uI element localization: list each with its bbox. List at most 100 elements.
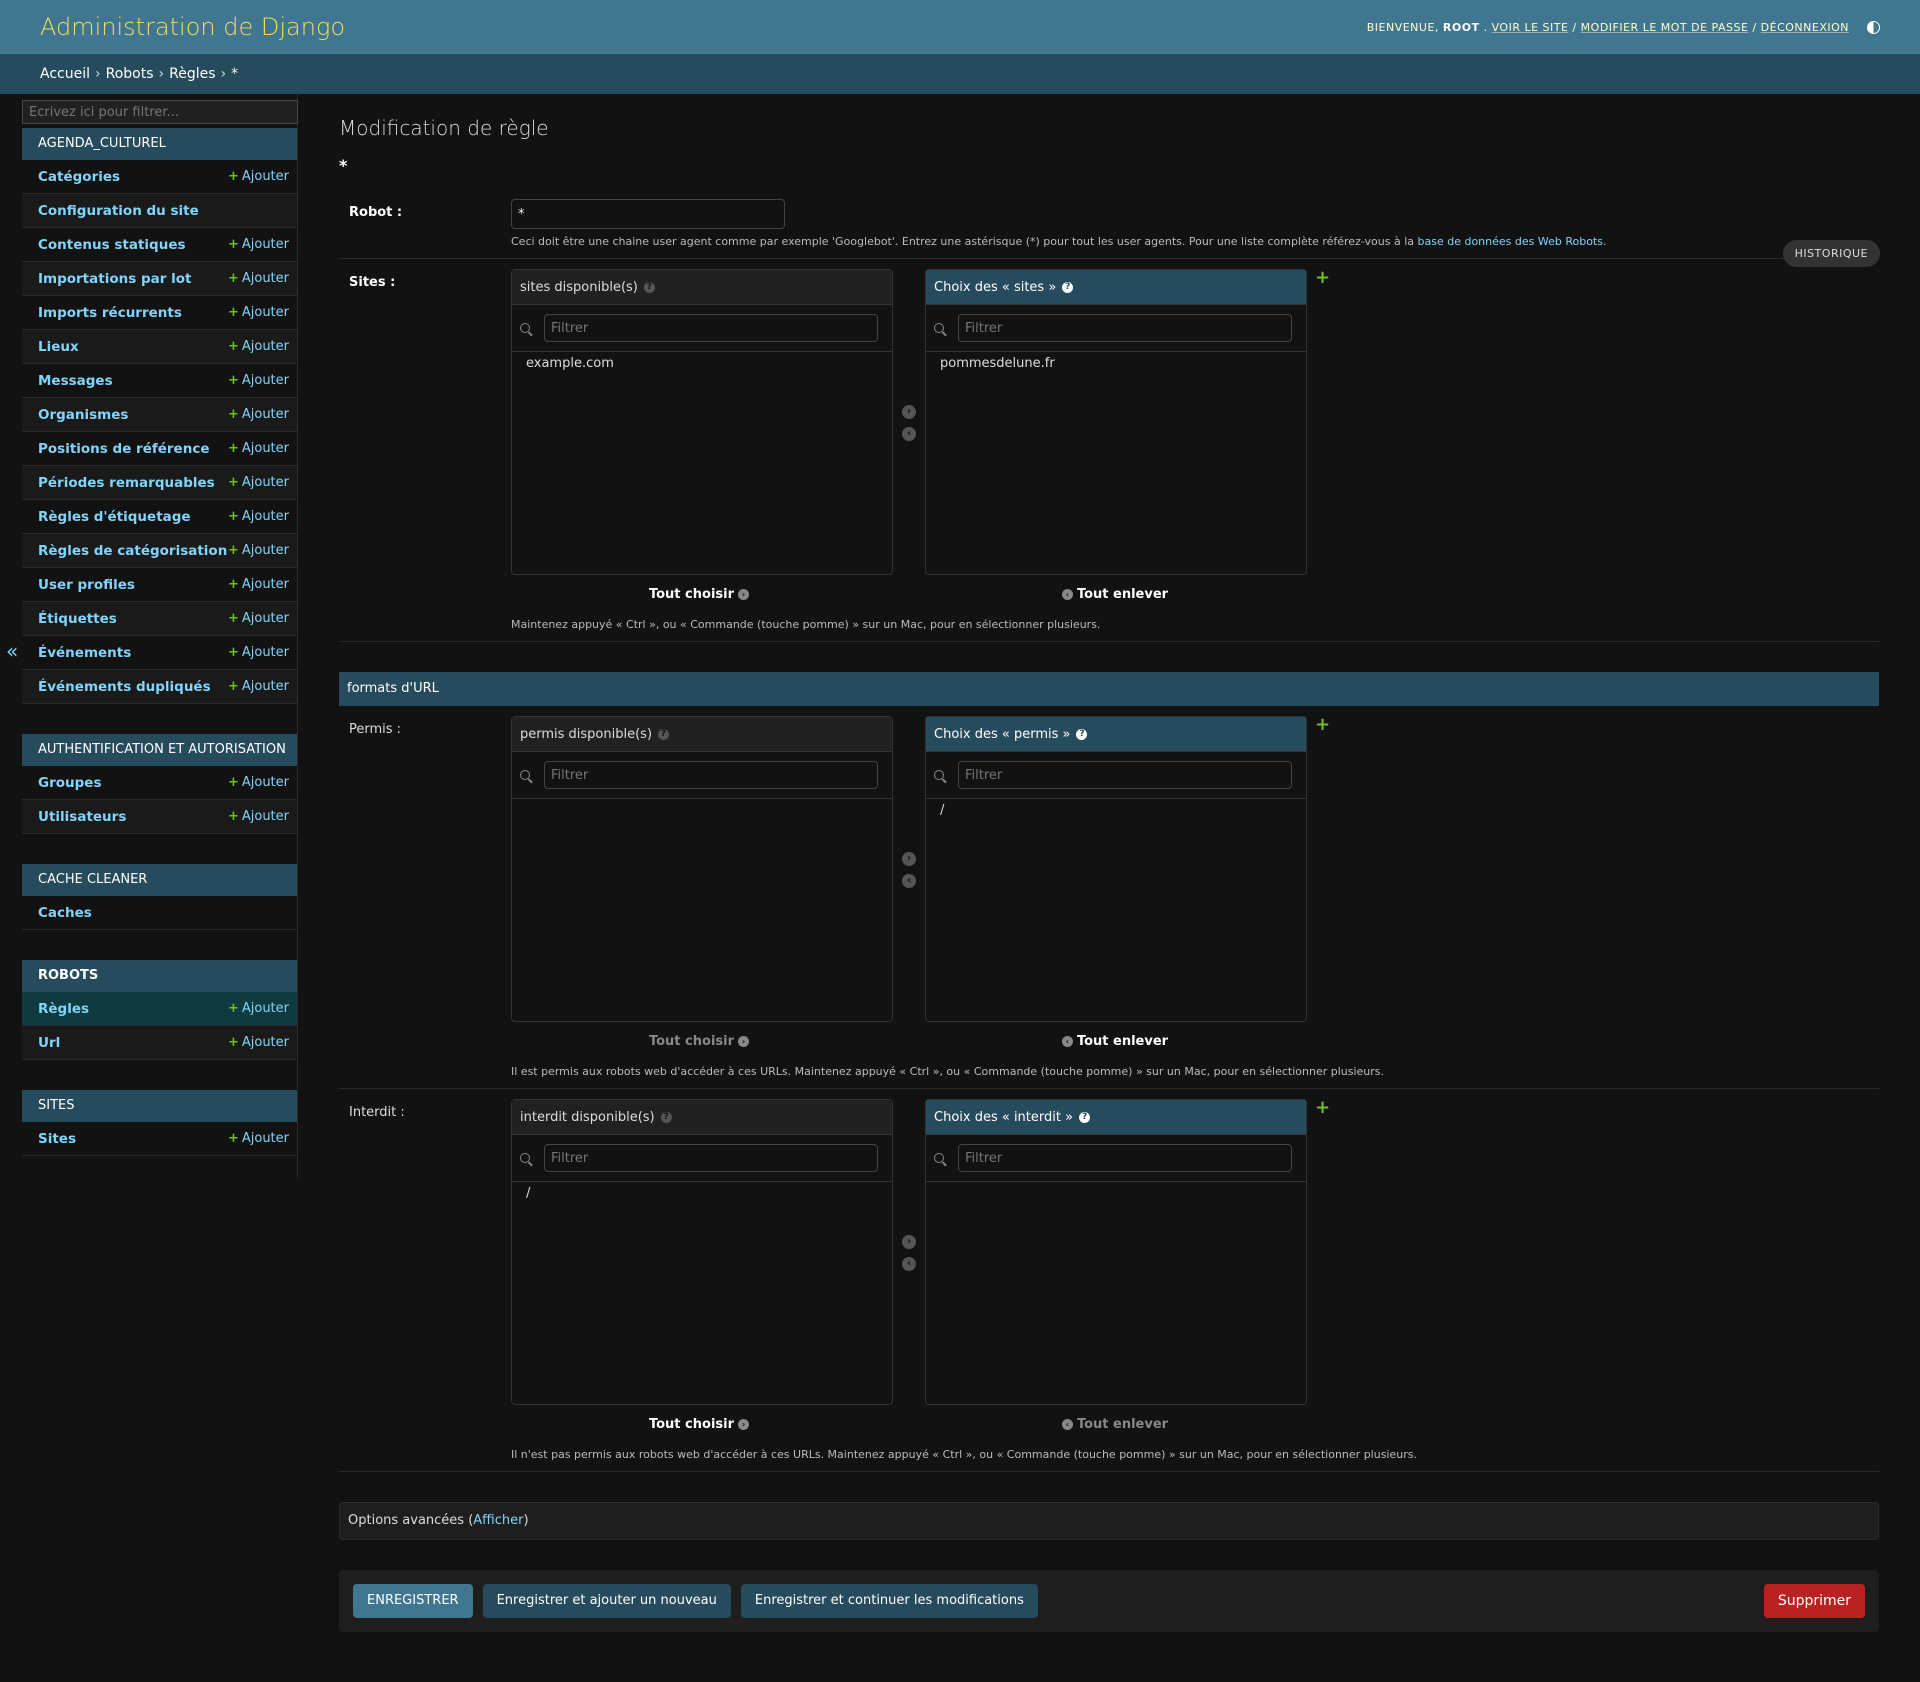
permis-chosen-filter-input[interactable] bbox=[958, 761, 1292, 789]
model-link[interactable]: User profiles bbox=[38, 577, 135, 593]
add-link[interactable]: + Ajouter bbox=[228, 509, 289, 524]
model-link[interactable]: Positions de référence bbox=[38, 441, 209, 457]
save-button[interactable]: ENREGISTRER bbox=[353, 1584, 473, 1618]
breadcrumb-home[interactable]: Accueil bbox=[40, 66, 90, 82]
app-header[interactable]: AUTHENTIFICATION ET AUTORISATION bbox=[22, 734, 297, 766]
username: ROOT bbox=[1442, 20, 1480, 34]
app-header[interactable]: AGENDA_CULTUREL bbox=[22, 128, 297, 160]
help-icon: ? bbox=[1076, 728, 1088, 740]
site-branding[interactable]: Administration de Django bbox=[40, 13, 345, 41]
model-link[interactable]: Règles de catégorisation bbox=[38, 543, 227, 559]
add-link[interactable]: + Ajouter bbox=[228, 237, 289, 252]
app-header[interactable]: ROBOTS bbox=[22, 960, 297, 992]
list-option[interactable]: / bbox=[940, 803, 1292, 818]
add-link[interactable]: + Ajouter bbox=[228, 271, 289, 286]
permis-chosen-list[interactable]: / bbox=[926, 799, 1306, 1021]
remove-all-button[interactable]: ‹ Tout enlever bbox=[923, 587, 1303, 602]
add-link[interactable]: + Ajouter bbox=[228, 645, 289, 660]
model-link[interactable]: Configuration du site bbox=[38, 203, 199, 219]
sites-chosen-list[interactable]: pommesdelune.fr bbox=[926, 352, 1306, 574]
model-link[interactable]: Url bbox=[38, 1035, 60, 1051]
sites-available-filter-input[interactable] bbox=[544, 314, 878, 342]
model-link[interactable]: Règles d'étiquetage bbox=[38, 509, 191, 525]
arrow-right-icon[interactable]: › bbox=[902, 852, 916, 866]
interdit-chosen-list[interactable] bbox=[926, 1182, 1306, 1404]
add-link[interactable]: + Ajouter bbox=[228, 1131, 289, 1146]
add-link[interactable]: + Ajouter bbox=[228, 543, 289, 558]
add-link[interactable]: + Ajouter bbox=[228, 373, 289, 388]
add-link[interactable]: + Ajouter bbox=[228, 305, 289, 320]
change-password-link[interactable]: MODIFIER LE MOT DE PASSE bbox=[1581, 21, 1749, 34]
arrow-left-icon[interactable]: ‹ bbox=[902, 427, 916, 441]
model-link[interactable]: Contenus statiques bbox=[38, 237, 186, 253]
add-link[interactable]: + Ajouter bbox=[228, 611, 289, 626]
model-link[interactable]: Utilisateurs bbox=[38, 809, 126, 825]
list-option[interactable]: pommesdelune.fr bbox=[940, 356, 1292, 371]
model-link[interactable]: Imports récurrents bbox=[38, 305, 182, 321]
show-advanced-link[interactable]: Afficher bbox=[473, 1513, 523, 1528]
model-link[interactable]: Groupes bbox=[38, 775, 101, 791]
model-link[interactable]: Caches bbox=[38, 905, 92, 921]
web-robots-link[interactable]: base de données des Web Robots bbox=[1418, 235, 1603, 248]
interdit-available-filter-input[interactable] bbox=[544, 1144, 878, 1172]
permis-available-filter-input[interactable] bbox=[544, 761, 878, 789]
add-link[interactable]: + Ajouter bbox=[228, 169, 289, 184]
robot-input[interactable] bbox=[511, 199, 785, 229]
app-header[interactable]: CACHE CLEANER bbox=[22, 864, 297, 896]
breadcrumb-robots[interactable]: Robots bbox=[106, 66, 154, 82]
arrow-right-icon[interactable]: › bbox=[902, 1235, 916, 1249]
save-add-button[interactable]: Enregistrer et ajouter un nouveau bbox=[482, 1584, 731, 1618]
add-label: Ajouter bbox=[241, 407, 289, 422]
model-link[interactable]: Importations par lot bbox=[38, 271, 191, 287]
delete-button[interactable]: Supprimer bbox=[1763, 1584, 1865, 1618]
model-link[interactable]: Événements bbox=[38, 645, 131, 661]
add-label: Ajouter bbox=[241, 339, 289, 354]
add-link[interactable]: + Ajouter bbox=[228, 475, 289, 490]
logout-link[interactable]: DÉCONNEXION bbox=[1761, 21, 1849, 34]
app-header[interactable]: SITES bbox=[22, 1090, 297, 1122]
arrow-left-icon[interactable]: ‹ bbox=[902, 874, 916, 888]
save-continue-button[interactable]: Enregistrer et continuer les modificatio… bbox=[740, 1584, 1038, 1618]
choose-all-button[interactable]: Tout choisir › bbox=[511, 587, 891, 602]
add-link[interactable]: + Ajouter bbox=[228, 1001, 289, 1016]
list-option[interactable]: / bbox=[526, 1186, 878, 1201]
nav-filter-input[interactable] bbox=[22, 100, 298, 124]
add-link[interactable]: + Ajouter bbox=[228, 339, 289, 354]
model-link[interactable]: Sites bbox=[38, 1131, 76, 1147]
add-link[interactable]: + Ajouter bbox=[228, 1035, 289, 1050]
history-button[interactable]: HISTORIQUE bbox=[1782, 240, 1880, 267]
permis-available-list[interactable] bbox=[512, 799, 892, 1021]
add-link[interactable]: + Ajouter bbox=[228, 577, 289, 592]
add-related-icon[interactable]: + bbox=[1315, 269, 1330, 287]
add-related-icon[interactable]: + bbox=[1315, 1099, 1330, 1117]
model-link[interactable]: Règles bbox=[38, 1001, 89, 1017]
theme-toggle-icon[interactable] bbox=[1867, 20, 1880, 34]
add-link[interactable]: + Ajouter bbox=[228, 441, 289, 456]
add-link[interactable]: + Ajouter bbox=[228, 407, 289, 422]
add-link[interactable]: + Ajouter bbox=[228, 775, 289, 790]
collapse-sidebar-icon[interactable]: « bbox=[6, 639, 18, 663]
arrow-left-icon[interactable]: ‹ bbox=[902, 1257, 916, 1271]
add-related-icon[interactable]: + bbox=[1315, 716, 1330, 734]
arrow-right-icon[interactable]: › bbox=[902, 405, 916, 419]
list-option[interactable]: example.com bbox=[526, 356, 878, 371]
model-link[interactable]: Étiquettes bbox=[38, 611, 117, 627]
choose-all-button[interactable]: Tout choisir › bbox=[511, 1417, 891, 1432]
sites-chosen-filter-input[interactable] bbox=[958, 314, 1292, 342]
model-link[interactable]: Messages bbox=[38, 373, 113, 389]
interdit-available-list[interactable]: / bbox=[512, 1182, 892, 1404]
breadcrumb-regles[interactable]: Règles bbox=[169, 66, 215, 82]
model-link[interactable]: Catégories bbox=[38, 169, 120, 185]
model-link[interactable]: Périodes remarquables bbox=[38, 475, 215, 491]
add-link[interactable]: + Ajouter bbox=[228, 679, 289, 694]
view-site-link[interactable]: VOIR LE SITE bbox=[1492, 21, 1569, 34]
model-link[interactable]: Lieux bbox=[38, 339, 79, 355]
interdit-chosen-filter-input[interactable] bbox=[958, 1144, 1292, 1172]
add-link[interactable]: + Ajouter bbox=[228, 809, 289, 824]
choose-all-button[interactable]: Tout choisir › bbox=[511, 1034, 891, 1049]
model-link[interactable]: Organismes bbox=[38, 407, 128, 423]
remove-all-button[interactable]: ‹ Tout enlever bbox=[923, 1034, 1303, 1049]
remove-all-button[interactable]: ‹ Tout enlever bbox=[923, 1417, 1303, 1432]
model-link[interactable]: Événements dupliqués bbox=[38, 679, 211, 695]
sites-available-list[interactable]: example.com bbox=[512, 352, 892, 574]
